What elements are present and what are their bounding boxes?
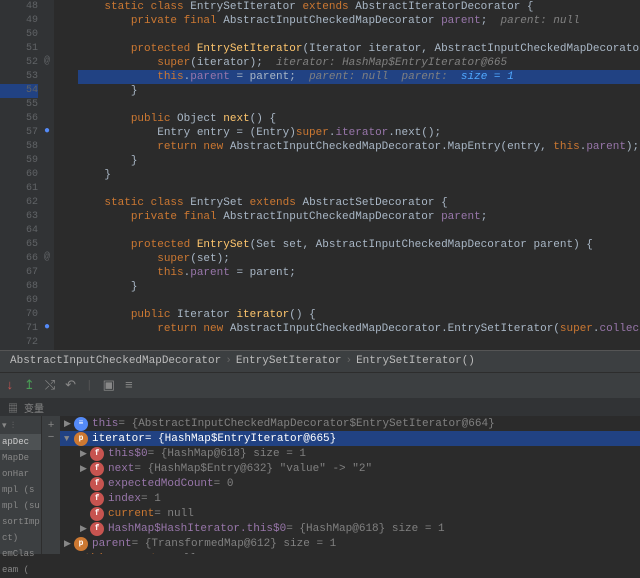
down-icon[interactable]: ↓ [6, 378, 14, 393]
tab-8[interactable]: eam ( [0, 562, 41, 578]
breadcrumb[interactable]: AbstractInputCheckedMapDecorator›EntrySe… [0, 350, 640, 372]
var-this: ▶≡this = {AbstractInputCheckedMapDecorat… [60, 416, 640, 431]
tab-6[interactable]: ct) [0, 530, 41, 546]
tab-7[interactable]: emClas [0, 546, 41, 562]
more-icon[interactable]: ≡ [125, 378, 133, 393]
code-area[interactable]: static class EntrySetIterator extends Ab… [78, 0, 640, 336]
mute-icon[interactable]: ⤭ [45, 378, 55, 393]
tab-0[interactable]: apDec [0, 434, 41, 450]
tab-1[interactable]: MapDe [0, 450, 41, 466]
variables-tree[interactable]: ▶≡this = {AbstractInputCheckedMapDecorat… [60, 416, 640, 554]
var-this0: ▶fthis$0 = {HashMap@618} size = 1 [60, 446, 640, 461]
var-current: fcurrent = null [60, 506, 640, 521]
tab-3[interactable]: mpl (s [0, 482, 41, 498]
debug-panel: ▾ ⫶ apDec MapDe onHar mpl (s mpl (su sor… [0, 416, 640, 554]
crumb-1[interactable]: AbstractInputCheckedMapDecorator [10, 355, 221, 367]
back-icon[interactable]: ↶ [65, 378, 76, 393]
crumb-3[interactable]: EntrySetIterator() [356, 355, 475, 367]
tab-4[interactable]: mpl (su [0, 498, 41, 514]
filter-icon[interactable]: ▾ ⫶ [0, 418, 41, 434]
up-icon[interactable]: ↥ [24, 378, 35, 393]
var-iterator: ▼piterator = {HashMap$EntryIterator@665} [60, 431, 640, 446]
add-watch-icon[interactable]: +− [42, 416, 60, 554]
tab-2[interactable]: onHar [0, 466, 41, 482]
stack-tabs: ▾ ⫶ apDec MapDe onHar mpl (s mpl (su sor… [0, 416, 42, 554]
crumb-2[interactable]: EntrySetIterator [236, 355, 342, 367]
tab-5[interactable]: sortImp [0, 514, 41, 530]
layout-icon[interactable]: ▣ [103, 378, 115, 393]
var-next: ▶fnext = {HashMap$Entry@632} "value" -> … [60, 461, 640, 476]
debug-toolbar: ↓ ↥ ⤭ ↶ | ▣ ≡ [0, 372, 640, 398]
gutter: 48 49 50 51 52@ 53 54 55 56 57● 58 59 60… [0, 0, 54, 350]
var-index: findex = 1 [60, 491, 640, 506]
variables-header: ▦ 变量 [0, 398, 640, 416]
var-emc: fexpectedModCount = 0 [60, 476, 640, 491]
var-parent: ▶pparent = {TransformedMap@612} size = 1 [60, 536, 640, 551]
code-editor[interactable]: 48 49 50 51 52@ 53 54 55 56 57● 58 59 60… [0, 0, 640, 350]
var-hashiter: ▶fHashMap$HashIterator.this$0 = {HashMap… [60, 521, 640, 536]
